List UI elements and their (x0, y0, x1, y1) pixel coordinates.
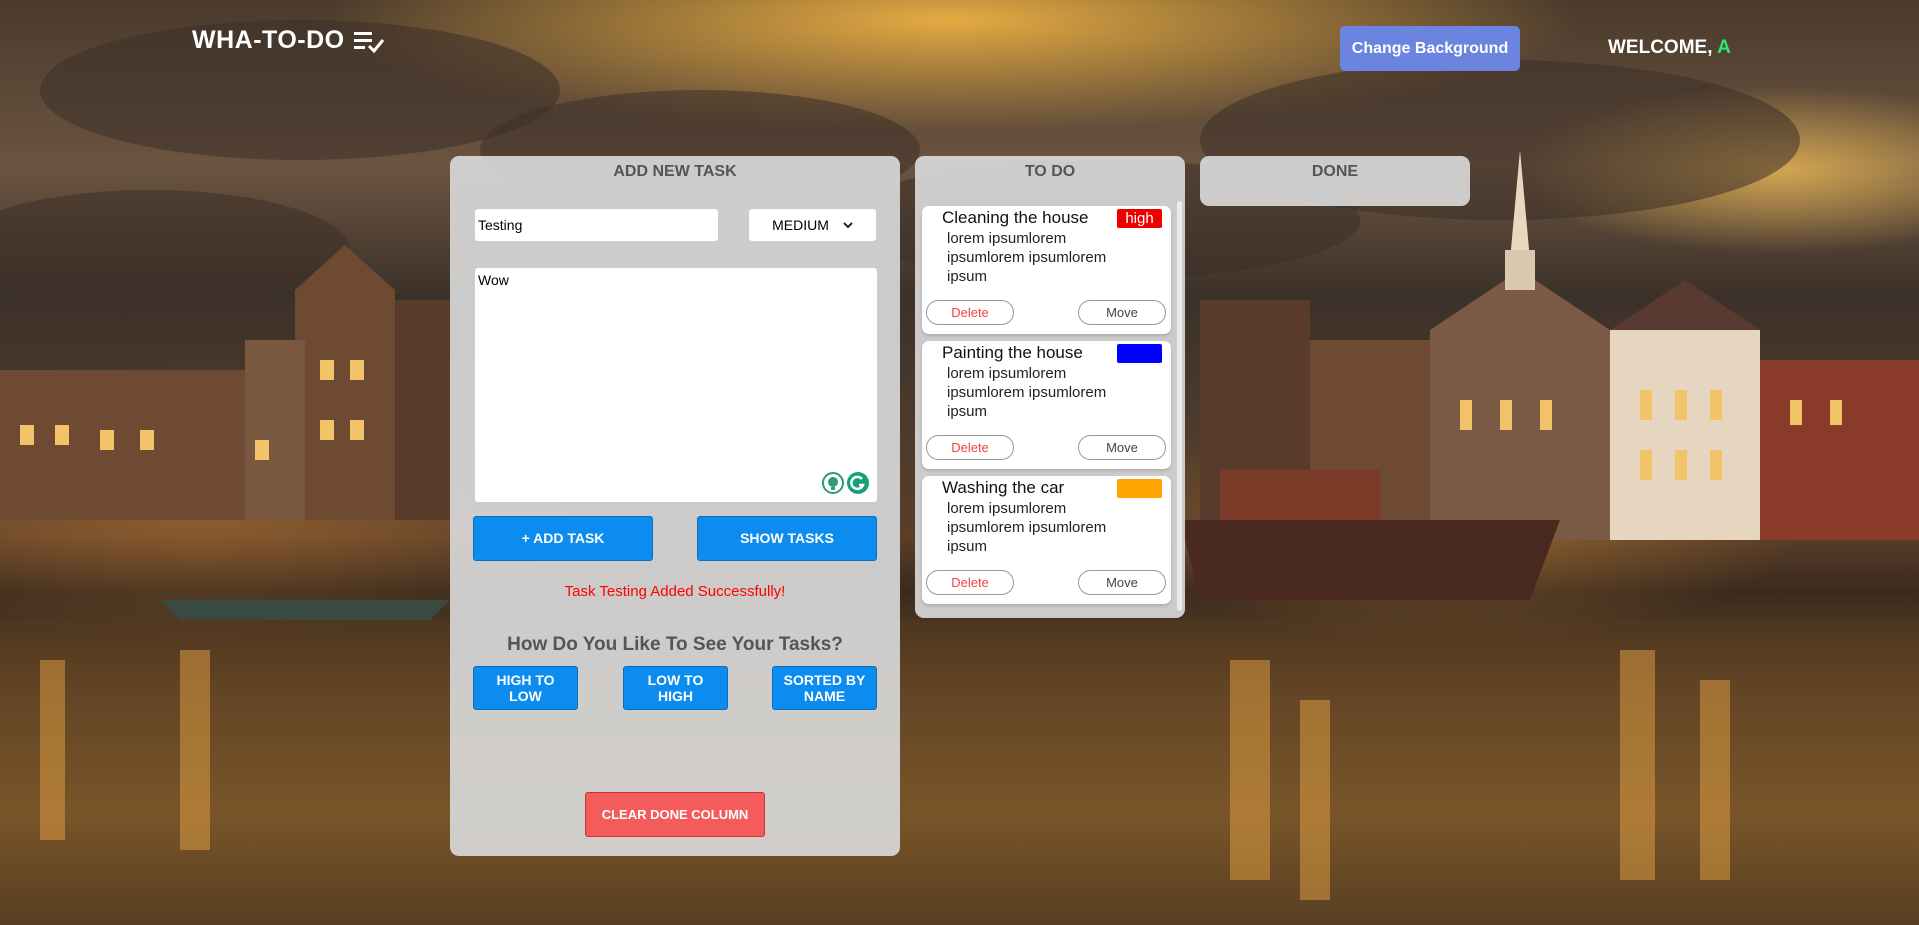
task-description-textarea[interactable]: Wow (474, 267, 878, 503)
welcome-label: WELCOME, A (1608, 37, 1731, 59)
todo-scrollbar[interactable] (1177, 201, 1182, 611)
lightbulb-icon[interactable] (822, 472, 844, 494)
checklist-icon (353, 31, 384, 53)
delete-task-button[interactable]: Delete (926, 300, 1014, 325)
sort-high-to-low-button[interactable]: HIGH TO LOW (473, 666, 578, 710)
add-task-panel-title: ADD NEW TASK (613, 163, 737, 180)
task-title: Cleaning the house (942, 208, 1089, 227)
task-card[interactable]: Washing the car lorem ipsumlorem ipsumlo… (922, 476, 1171, 604)
task-description: lorem ipsumlorem ipsumlorem ipsumlorem i… (947, 230, 1107, 285)
app-title: WHA-TO-DO (192, 26, 385, 55)
add-task-panel: ADD NEW TASK MEDIUM Wow + ADD TASK SHOW … (450, 156, 900, 856)
change-background-button[interactable]: Change Background (1340, 26, 1520, 71)
priority-selected-value: MEDIUM (772, 217, 829, 233)
done-panel: DONE (1200, 156, 1470, 206)
show-tasks-button[interactable]: SHOW TASKS (697, 516, 877, 561)
todo-panel: TO DO Cleaning the house high lorem ipsu… (915, 156, 1185, 618)
priority-badge: high (1117, 209, 1162, 228)
priority-select[interactable]: MEDIUM (748, 208, 877, 242)
add-task-button[interactable]: + ADD TASK (473, 516, 653, 561)
welcome-text: WELCOME, (1608, 37, 1713, 58)
task-description-value: Wow (478, 272, 509, 288)
grammarly-widget[interactable] (822, 472, 869, 494)
priority-badge (1117, 479, 1162, 498)
delete-task-button[interactable]: Delete (926, 435, 1014, 460)
delete-task-button[interactable]: Delete (926, 570, 1014, 595)
priority-badge (1117, 344, 1162, 363)
task-title: Washing the car (942, 478, 1065, 497)
todo-panel-title: TO DO (1024, 163, 1076, 180)
task-card[interactable]: Painting the house lorem ipsumlorem ipsu… (922, 341, 1171, 469)
user-initial: A (1717, 37, 1731, 58)
task-title: Painting the house (942, 343, 1083, 362)
task-description: lorem ipsumlorem ipsumlorem ipsumlorem i… (947, 500, 1107, 555)
app-title-text: WHA-TO-DO (192, 26, 345, 54)
task-card[interactable]: Cleaning the house high lorem ipsumlorem… (922, 206, 1171, 334)
done-panel-title: DONE (1311, 163, 1359, 180)
move-task-button[interactable]: Move (1078, 570, 1166, 595)
task-name-input[interactable] (474, 208, 719, 242)
move-task-button[interactable]: Move (1078, 300, 1166, 325)
chevron-down-icon (843, 222, 853, 229)
sort-low-to-high-button[interactable]: LOW TO HIGH (623, 666, 728, 710)
success-message: Task Testing Added Successfully! (564, 583, 786, 600)
move-task-button[interactable]: Move (1078, 435, 1166, 460)
grammarly-icon[interactable] (847, 472, 869, 494)
task-description: lorem ipsumlorem ipsumlorem ipsumlorem i… (947, 365, 1107, 420)
clear-done-column-button[interactable]: CLEAR DONE COLUMN (585, 792, 765, 837)
sort-by-name-button[interactable]: SORTED BY NAME (772, 666, 877, 710)
sort-heading: How Do You Like To See Your Tasks? (507, 634, 843, 655)
